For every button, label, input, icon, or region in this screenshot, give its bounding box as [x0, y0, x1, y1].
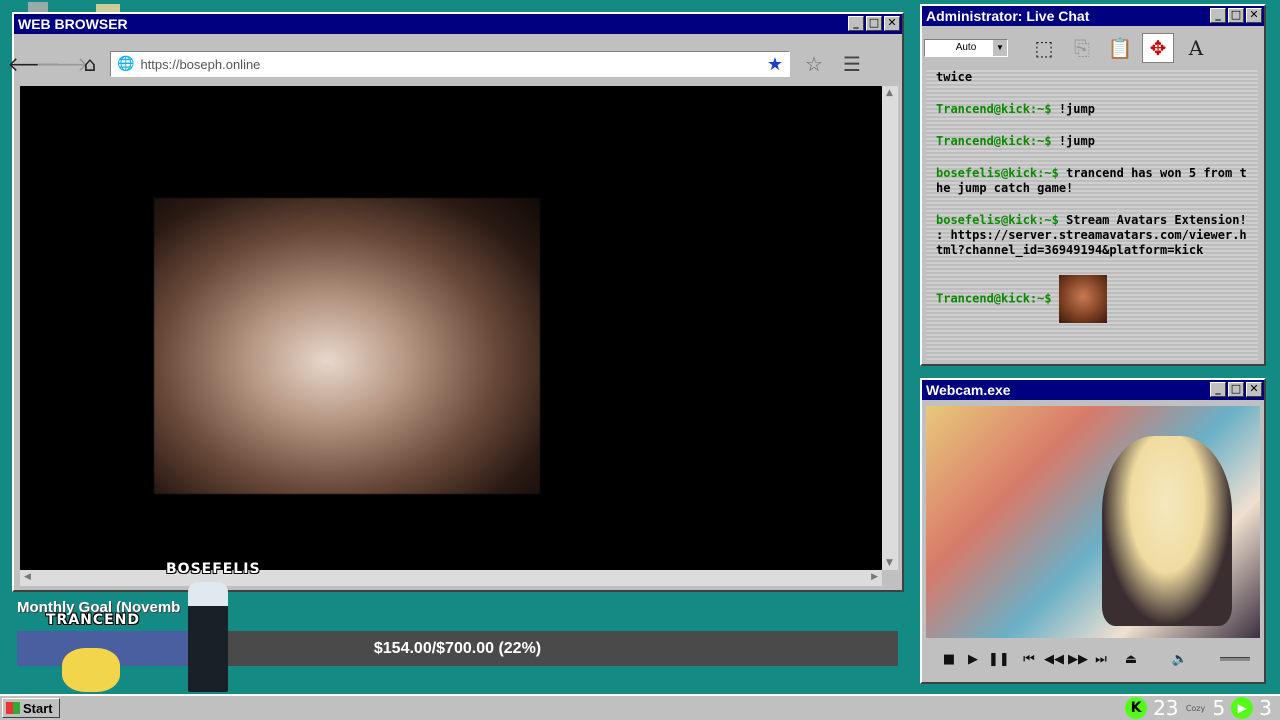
goal-progress-bar: $154.00/$700.00 (22%) — [17, 631, 898, 666]
move-icon[interactable]: ✥ — [1142, 33, 1174, 63]
laughing-emote-icon — [1058, 275, 1107, 323]
minimize-button[interactable]: _ — [1210, 8, 1226, 23]
browser-navbar: 🡐 🡒 ⌂ 🌐 https://boseph.online ★ ☆ ☰ — [7, 46, 894, 82]
cozy-icon[interactable]: Cozy — [1185, 704, 1207, 713]
skip-back-icon[interactable]: ⏮ — [1020, 652, 1038, 667]
tray-count-c: 3 — [1259, 696, 1272, 720]
scroll-right-icon[interactable]: ▶ — [871, 572, 878, 582]
scroll-up-icon[interactable]: ▲ — [886, 88, 893, 98]
vertical-scrollbar[interactable]: ▲ ▼ — [882, 86, 898, 570]
desktop-icon[interactable] — [96, 4, 120, 12]
tray-count-a: 23 — [1153, 696, 1179, 720]
chat-message: Trancend@kick:~$ !jump — [936, 134, 1248, 149]
zoom-select-value: Auto — [955, 42, 977, 53]
chat-username: Trancend@kick:~$ — [936, 102, 1052, 116]
scroll-left-icon[interactable]: ◀ — [24, 572, 31, 582]
chat-window: Administrator: Live Chat _ □ ✕ Auto ▼ ⬚ … — [920, 4, 1266, 366]
close-button[interactable]: ✕ — [884, 16, 900, 31]
select-icon[interactable]: ⬚ — [1028, 33, 1060, 63]
vtuber-avatar — [1102, 436, 1232, 626]
globe-icon: 🌐 — [117, 56, 135, 72]
character-avatar — [188, 582, 228, 692]
webcam-titlebar[interactable]: Webcam.exe _ □ ✕ — [922, 380, 1264, 400]
maximize-button[interactable]: □ — [866, 16, 882, 31]
zoom-select[interactable]: Auto ▼ — [924, 39, 1008, 57]
font-icon[interactable]: A — [1180, 33, 1212, 63]
avatar-name-trancend: TRANCEND — [46, 612, 141, 628]
chat-message: Trancend@kick:~$ !jump — [936, 102, 1248, 117]
chat-message: bosefelis@kick:~$ Stream Avatars Extensi… — [936, 213, 1248, 258]
windows-logo-icon — [6, 702, 20, 714]
play-circle-icon[interactable]: ▶ — [1231, 697, 1254, 719]
pause-icon[interactable]: ❚❚ — [988, 652, 1010, 667]
chat-message: twice — [936, 70, 973, 84]
forward-arrow-icon[interactable]: 🡒 — [35, 50, 89, 78]
chat-username: bosefelis@kick:~$ — [936, 166, 1059, 180]
volume-slider[interactable] — [1220, 657, 1250, 661]
url-text: https://boseph.online — [140, 56, 261, 72]
scroll-down-icon[interactable]: ▼ — [886, 558, 893, 568]
browser-titlebar[interactable]: WEB BROWSER _ □ ✕ — [14, 14, 902, 34]
home-icon[interactable]: ⌂ — [76, 50, 104, 78]
horizontal-scrollbar[interactable]: ◀ ▶ — [20, 570, 882, 586]
rewind-icon[interactable]: ◀◀ — [1044, 652, 1064, 667]
chat-text: !jump — [1058, 134, 1095, 148]
video-frame[interactable] — [154, 198, 540, 494]
maximize-button[interactable]: □ — [1228, 8, 1244, 23]
chat-text: !jump — [1058, 102, 1095, 116]
chat-username: Trancend@kick:~$ — [936, 134, 1052, 148]
webcam-feed — [926, 406, 1260, 638]
fast-forward-icon[interactable]: ▶▶ — [1068, 652, 1088, 667]
browser-title: WEB BROWSER — [18, 16, 128, 32]
skip-forward-icon[interactable]: ⏭ — [1092, 652, 1110, 667]
avatar-name-bosefelis: BOSEFELIS — [166, 561, 261, 577]
paste-icon[interactable]: 📋 — [1104, 33, 1136, 63]
chat-titlebar[interactable]: Administrator: Live Chat _ □ ✕ — [922, 6, 1264, 26]
kick-icon[interactable]: K — [1125, 697, 1148, 719]
browser-viewport[interactable] — [20, 86, 882, 570]
favorites-star-icon[interactable]: ☆ — [800, 50, 828, 78]
webcam-window: Webcam.exe _ □ ✕ ■ ▶ ❚❚ ⏮ ◀◀ ▶▶ ⏭ ⏏ 🔈 — [920, 378, 1266, 684]
start-button[interactable]: Start — [2, 698, 60, 718]
chat-message: bosefelis@kick:~$ trancend has won 5 fro… — [936, 166, 1248, 196]
copy-icon[interactable]: ⎘ — [1066, 33, 1098, 63]
taskbar: Start K 23 Cozy 5 ▶ 3 — [0, 694, 1280, 720]
chat-messages[interactable]: twice Trancend@kick:~$ !jump Trancend@ki… — [926, 70, 1258, 360]
browser-window: WEB BROWSER _ □ ✕ 🡐 🡒 ⌂ 🌐 https://boseph… — [7, 12, 904, 592]
volume-icon[interactable]: 🔈 — [1171, 652, 1189, 667]
eject-icon[interactable]: ⏏ — [1122, 652, 1140, 667]
minimize-button[interactable]: _ — [848, 16, 864, 31]
play-icon[interactable]: ▶ — [964, 652, 982, 667]
chat-username: bosefelis@kick:~$ — [936, 213, 1059, 227]
address-bar[interactable]: 🌐 https://boseph.online ★ — [110, 51, 790, 77]
webcam-title: Webcam.exe — [926, 382, 1011, 398]
close-button[interactable]: ✕ — [1246, 8, 1262, 23]
chat-username: Trancend@kick:~$ — [936, 291, 1052, 306]
goal-amount: $154.00/$700.00 (22%) — [373, 640, 542, 657]
close-button[interactable]: ✕ — [1246, 382, 1262, 397]
desktop-icon[interactable] — [28, 2, 48, 12]
media-controls: ■ ▶ ❚❚ ⏮ ◀◀ ▶▶ ⏭ ⏏ 🔈 — [926, 644, 1260, 674]
stop-icon[interactable]: ■ — [940, 652, 958, 667]
minimize-button[interactable]: _ — [1210, 382, 1226, 397]
pikachu-avatar — [62, 648, 120, 692]
chat-title: Administrator: Live Chat — [926, 8, 1090, 24]
chat-toolbar: Auto ▼ ⬚ ⎘ 📋 ✥ A — [924, 30, 1260, 66]
start-label: Start — [23, 700, 53, 716]
menu-icon[interactable]: ☰ — [838, 50, 866, 78]
maximize-button[interactable]: □ — [1228, 382, 1244, 397]
bookmark-star-icon[interactable]: ★ — [767, 54, 783, 75]
chat-message: Trancend@kick:~$ — [936, 275, 1248, 323]
tray-count-b: 5 — [1212, 696, 1226, 720]
dropdown-arrow-icon[interactable]: ▼ — [993, 40, 1007, 56]
system-tray: K 23 Cozy 5 ▶ 3 — [1125, 696, 1272, 720]
